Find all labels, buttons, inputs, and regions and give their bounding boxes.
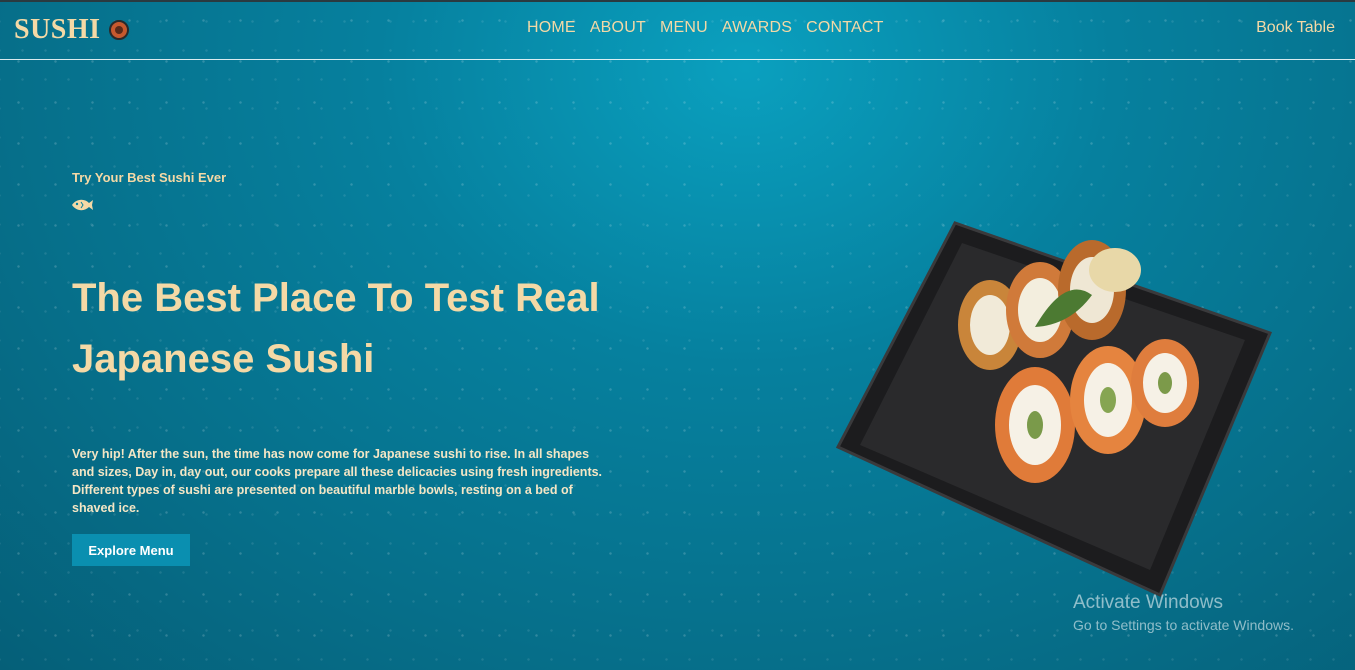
logo-text: SUSHI: [14, 14, 101, 45]
nav-about[interactable]: ABOUT: [590, 19, 646, 37]
hero-tagline: Try Your Best Sushi Ever: [72, 170, 227, 185]
watermark-title: Activate Windows: [1073, 592, 1223, 613]
top-border: [0, 0, 1355, 2]
book-table-link[interactable]: Book Table: [1256, 19, 1335, 37]
watermark-subtitle: Go to Settings to activate Windows.: [1073, 617, 1294, 633]
windows-activation-watermark: Activate Windows Go to Settings to activ…: [1073, 592, 1294, 633]
nav-awards[interactable]: AWARDS: [722, 19, 792, 37]
explore-menu-button[interactable]: Explore Menu: [72, 534, 190, 566]
nav-menu[interactable]: MENU: [660, 19, 708, 37]
nav-contact[interactable]: CONTACT: [806, 19, 884, 37]
sushi-plate-image: [830, 215, 1280, 605]
fish-icon: [72, 199, 93, 211]
site-header: SUSHI HOME ABOUT MENU AWARDS CONTACT Boo…: [0, 0, 1355, 60]
sushi-logo-icon: [108, 20, 129, 40]
logo[interactable]: SUSHI: [14, 14, 129, 46]
hero-description: Very hip! After the sun, the time has no…: [72, 447, 603, 515]
main-nav: HOME ABOUT MENU AWARDS CONTACT: [527, 19, 884, 37]
nav-home[interactable]: HOME: [527, 19, 576, 37]
hero-title: The Best Place To Test Real Japanese Sus…: [72, 276, 600, 381]
